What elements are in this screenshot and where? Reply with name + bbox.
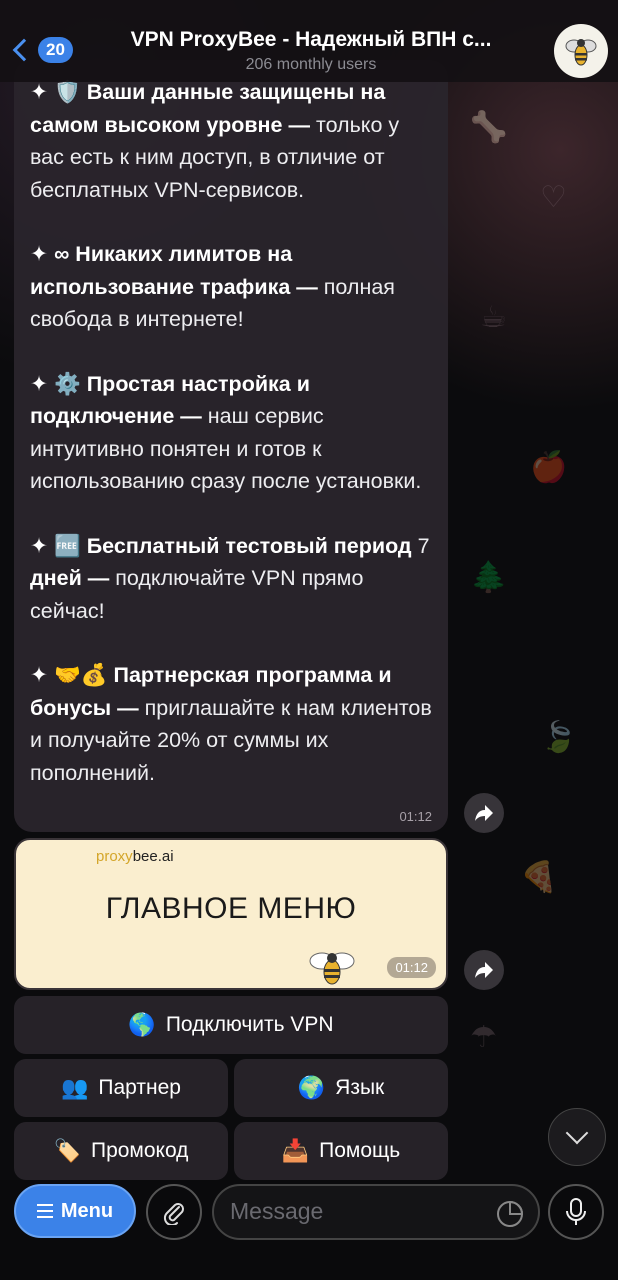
globe-icon: 🌍 xyxy=(297,1075,326,1100)
menu-button[interactable]: Menu xyxy=(14,1184,136,1238)
message-bubble: ✦ 🛡️ Ваши данные защищены на самом высок… xyxy=(14,60,448,832)
back-button[interactable]: 20 xyxy=(10,32,73,68)
globe-americas-icon: 🌎 xyxy=(128,1012,156,1037)
composer-bar: Menu xyxy=(0,1180,618,1280)
chat-subtitle: 206 monthly users xyxy=(245,56,377,73)
pizza-doodle-icon: 🍕 xyxy=(520,861,558,894)
tag-icon: 🏷️ xyxy=(53,1138,81,1163)
leaf-doodle-icon: 🍃 xyxy=(540,721,578,754)
forward-icon xyxy=(475,805,493,821)
language-label: Язык xyxy=(335,1076,385,1099)
chat-title: VPN ProxyBee - Надежный ВПН с... xyxy=(130,28,492,51)
forward-button[interactable] xyxy=(464,793,504,833)
language-button[interactable]: 🌍 Язык xyxy=(234,1059,448,1117)
forward-icon xyxy=(475,962,493,978)
connect-vpn-label: Подключить VPN xyxy=(165,1013,334,1036)
heart-doodle-icon: ♡ xyxy=(540,181,567,214)
bone-doodle-icon: 🦴 xyxy=(470,111,508,144)
sticker-icon[interactable] xyxy=(496,1200,524,1228)
umbrella-doodle-icon: ☂ xyxy=(470,1021,497,1054)
partner-label: Партнер xyxy=(98,1076,181,1099)
promo-label: Промокод xyxy=(90,1139,189,1162)
bot-avatar[interactable] xyxy=(554,24,608,78)
attach-button[interactable] xyxy=(146,1184,202,1240)
feature-trial: ✦ 🆓 Бесплатный тестовый период 7 дней — … xyxy=(30,533,430,623)
message-field[interactable] xyxy=(212,1184,540,1240)
apple-doodle-icon: 🍎 xyxy=(530,451,568,484)
microphone-icon xyxy=(566,1198,586,1225)
microphone-button[interactable] xyxy=(548,1184,604,1240)
users-icon: 👥 xyxy=(61,1075,89,1100)
chat-header: 20 VPN ProxyBee - Надежный ВПН с... 206 … xyxy=(0,0,618,82)
connect-vpn-button[interactable]: 🌎 Подключить VPN xyxy=(14,996,448,1054)
unread-count-badge: 20 xyxy=(38,37,73,63)
chevron-left-icon xyxy=(12,38,36,62)
feature-partner: ✦ 🤝💰 Партнерская программа и бонусы — пр… xyxy=(30,663,432,785)
chat-title-area[interactable]: VPN ProxyBee - Надежный ВПН с... 206 mon… xyxy=(96,28,526,74)
forward-button[interactable] xyxy=(464,950,504,990)
inbox-icon: 📥 xyxy=(281,1138,310,1163)
chevron-down-icon xyxy=(565,1121,589,1145)
message-input[interactable] xyxy=(230,1198,480,1225)
main-menu-heading: ГЛАВНОЕ МЕНЮ xyxy=(105,892,357,925)
hamburger-icon xyxy=(36,1204,53,1218)
image-time: 01:12 xyxy=(387,957,436,978)
partner-button[interactable]: 👥 Партнер xyxy=(14,1059,228,1117)
cup-doodle-icon: ☕ xyxy=(480,301,507,334)
image-message[interactable]: proxybee.ai ГЛАВНОЕ МЕНЮ 01:12 xyxy=(14,838,448,990)
help-label: Помощь xyxy=(319,1139,401,1162)
message-time: 01:12 xyxy=(399,809,432,824)
bee-icon xyxy=(565,39,597,66)
bee-icon xyxy=(309,952,355,985)
paperclip-icon xyxy=(163,1203,184,1225)
promo-button[interactable]: 🏷️ Промокод xyxy=(14,1122,228,1180)
help-button[interactable]: 📥 Помощь xyxy=(234,1122,448,1180)
brand-logo: proxybee.ai xyxy=(96,848,174,865)
feature-security: ✦ 🛡️ Ваши данные защищены на самом высок… xyxy=(30,80,400,202)
feature-unlimited: ✦ ∞ Никаких лимитов на использование тра… xyxy=(30,242,395,331)
menu-label: Menu xyxy=(60,1199,114,1222)
tree-doodle-icon: 🌲 xyxy=(470,561,508,594)
feature-setup: ✦ ⚙️ Простая настройка и подключение — н… xyxy=(30,371,422,494)
scroll-down-button[interactable] xyxy=(548,1108,606,1166)
